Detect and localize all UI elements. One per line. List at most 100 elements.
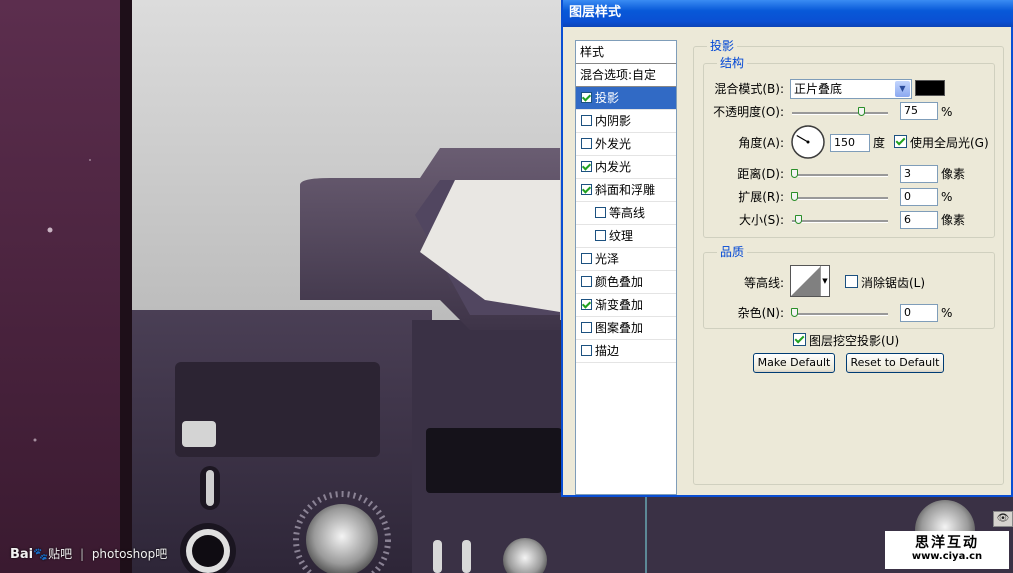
style-item-label: 颜色叠加: [595, 275, 644, 289]
opacity-slider-track[interactable]: [792, 107, 888, 116]
style-item[interactable]: 渐变叠加: [576, 294, 676, 317]
distance-slider-track[interactable]: [791, 169, 888, 178]
size-slider-track[interactable]: [792, 215, 888, 224]
knockout-checkbox[interactable]: 图层挖空投影(U): [793, 333, 899, 349]
style-item[interactable]: 内阴影: [576, 110, 676, 133]
styles-header[interactable]: 样式: [576, 41, 676, 64]
contour-dropdown-icon[interactable]: ▼: [820, 266, 829, 296]
style-checkbox-icon[interactable]: [581, 322, 592, 333]
brand-name: 思洋互动: [915, 535, 979, 551]
baidu-watermark: Bai🐾贴吧 | photoshop吧: [10, 545, 167, 562]
style-item[interactable]: 外发光: [576, 133, 676, 156]
style-checkbox-icon[interactable]: [581, 345, 592, 356]
knockout-check-icon[interactable]: [793, 333, 806, 346]
spread-input[interactable]: 0: [900, 188, 938, 206]
blend-mode-select[interactable]: 正片叠底 ▼: [790, 79, 912, 99]
blend-mode-label: 混合模式(B):: [714, 82, 784, 96]
brand-badge: 思洋互动 www.ciya.cn: [885, 531, 1009, 569]
style-item[interactable]: 斜面和浮雕: [576, 179, 676, 202]
angle-unit: 度: [873, 136, 886, 150]
distance-label: 距离(D):: [737, 167, 784, 181]
angle-dial[interactable]: [790, 124, 826, 160]
global-light-check-icon[interactable]: [894, 135, 907, 148]
brand-url: www.ciya.cn: [911, 551, 983, 562]
style-item-label: 渐变叠加: [595, 298, 644, 312]
style-item-label: 内阴影: [595, 114, 632, 128]
style-checkbox-icon[interactable]: [595, 230, 606, 241]
spread-label: 扩展(R):: [738, 190, 784, 204]
style-items: 投影内阴影外发光内发光斜面和浮雕等高线纹理光泽颜色叠加渐变叠加图案叠加描边: [576, 87, 676, 363]
opacity-unit: %: [941, 105, 953, 119]
style-item-label: 斜面和浮雕: [595, 183, 656, 197]
quality-title: 品质: [717, 245, 748, 259]
style-item[interactable]: 图案叠加: [576, 317, 676, 340]
style-item-label: 内发光: [595, 160, 632, 174]
make-default-button[interactable]: Make Default: [753, 353, 835, 373]
dialog-title: 图层样式: [569, 5, 622, 20]
spread-unit: %: [941, 190, 953, 204]
noise-input[interactable]: 0: [900, 304, 938, 322]
reset-to-default-button[interactable]: Reset to Default: [846, 353, 944, 373]
anti-alias-check-icon[interactable]: [845, 275, 858, 288]
blending-options-item[interactable]: 混合选项:自定: [576, 64, 676, 87]
style-item[interactable]: 投影: [576, 87, 676, 110]
anti-alias-checkbox[interactable]: 消除锯齿(L): [845, 275, 925, 291]
anti-alias-label: 消除锯齿(L): [861, 276, 926, 290]
style-item[interactable]: 描边: [576, 340, 676, 363]
spread-slider-track[interactable]: [791, 192, 888, 201]
distance-input[interactable]: 3: [900, 165, 938, 183]
knockout-label: 图层挖空投影(U): [809, 334, 900, 348]
distance-slider-thumb[interactable]: [791, 169, 798, 178]
style-checkbox-icon[interactable]: [581, 161, 592, 172]
style-item-label: 纹理: [609, 229, 634, 243]
layer-style-dialog: 图层样式 样式 混合选项:自定 投影内阴影外发光内发光斜面和浮雕等高线纹理光泽颜…: [561, 0, 1013, 497]
style-item[interactable]: 等高线: [576, 202, 676, 225]
size-slider-thumb[interactable]: [794, 215, 802, 224]
opacity-slider-thumb[interactable]: [857, 107, 865, 116]
shadow-color-swatch[interactable]: [915, 80, 945, 96]
size-input[interactable]: 6: [900, 211, 938, 229]
tieba-label: 贴吧: [48, 547, 73, 561]
contour-label: 等高线:: [743, 276, 784, 290]
style-item[interactable]: 光泽: [576, 248, 676, 271]
style-checkbox-icon[interactable]: [581, 115, 592, 126]
style-item-label: 外发光: [595, 137, 632, 151]
contour-preview-icon: [791, 266, 821, 296]
opacity-label: 不透明度(O):: [713, 105, 784, 119]
style-checkbox-icon[interactable]: [581, 253, 592, 264]
style-checkbox-icon[interactable]: [581, 184, 592, 195]
opacity-input[interactable]: 75: [900, 102, 938, 120]
angle-input[interactable]: 150: [830, 134, 870, 152]
blend-mode-value: 正片叠底: [794, 82, 843, 96]
chevron-down-icon[interactable]: ▼: [895, 81, 910, 97]
style-item-label: 投影: [595, 91, 620, 105]
global-light-checkbox[interactable]: 使用全局光(G): [894, 135, 989, 151]
style-checkbox-icon[interactable]: [581, 138, 592, 149]
style-checkbox-icon[interactable]: [581, 299, 592, 310]
size-label: 大小(S):: [738, 213, 784, 227]
style-item[interactable]: 颜色叠加: [576, 271, 676, 294]
style-item-label: 图案叠加: [595, 321, 644, 335]
style-list-panel: 样式 混合选项:自定 投影内阴影外发光内发光斜面和浮雕等高线纹理光泽颜色叠加渐变…: [575, 40, 677, 495]
style-checkbox-icon[interactable]: [595, 207, 606, 218]
global-light-label: 使用全局光(G): [910, 136, 989, 150]
style-item-label: 描边: [595, 344, 620, 358]
contour-picker[interactable]: ▼: [790, 265, 830, 297]
dialog-title-bar[interactable]: 图层样式: [563, 0, 1013, 27]
watermark-separator: |: [79, 547, 84, 561]
layer-visibility-eye-icon[interactable]: 👁: [993, 511, 1013, 527]
paw-icon: 🐾: [33, 547, 49, 561]
style-item[interactable]: 纹理: [576, 225, 676, 248]
style-item[interactable]: 内发光: [576, 156, 676, 179]
baidu-logo: Bai: [10, 547, 34, 562]
distance-unit: 像素: [941, 167, 966, 181]
noise-label: 杂色(N):: [737, 306, 784, 320]
noise-slider-thumb[interactable]: [791, 308, 798, 317]
style-item-label: 光泽: [595, 252, 620, 266]
style-checkbox-icon[interactable]: [581, 276, 592, 287]
spread-slider-thumb[interactable]: [791, 192, 798, 201]
angle-label: 角度(A):: [738, 136, 784, 150]
noise-slider-track[interactable]: [791, 308, 888, 317]
drop-shadow-title: 投影: [707, 39, 738, 53]
style-checkbox-icon[interactable]: [581, 92, 592, 103]
